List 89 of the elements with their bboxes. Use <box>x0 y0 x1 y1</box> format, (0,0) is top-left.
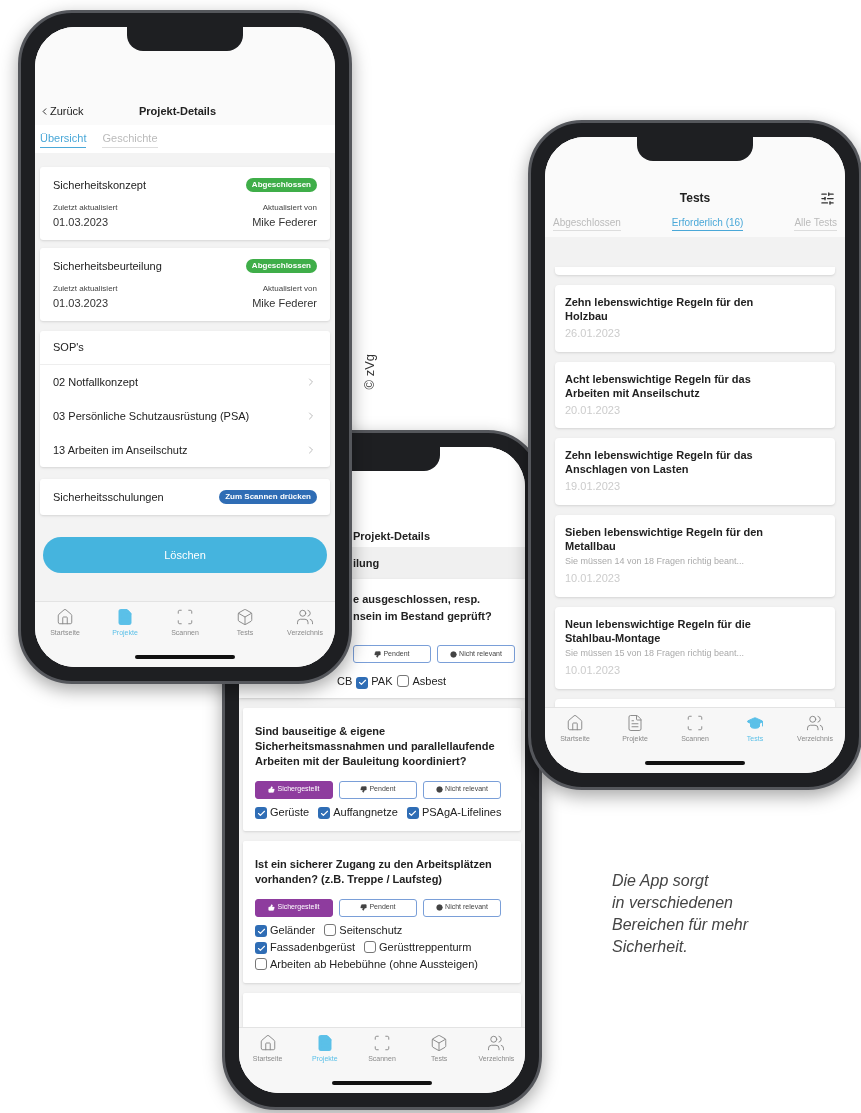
option-label: PSAgA-Lifelines <box>421 805 502 818</box>
field-label: Aktualisiert von <box>262 282 317 295</box>
caption: Die App sorgt in verschiedenen Bereichen für mehr Sicherheit. <box>612 871 749 957</box>
test-title: Zehn lebenswichtige Regeln für den Holzbau <box>565 295 755 323</box>
option-label: Fassadenbgerüst <box>270 940 355 953</box>
people-icon <box>296 608 314 626</box>
screen-title: Projekt-Details <box>139 103 217 119</box>
card-title: Sicherheitskonzept <box>53 178 146 193</box>
section-heading: SOP's <box>40 331 330 365</box>
test-note: Sie müssen 15 von 18 Fragen richtig beant... <box>565 646 746 660</box>
thumbs-up-icon <box>268 904 276 911</box>
test-title: Zehn lebenswichtige Regeln für das Anschlagen von Lasten <box>565 448 754 476</box>
field-value: Mike Federer <box>252 214 317 230</box>
option-label: Auffangnetze <box>333 805 398 818</box>
checkbox[interactable] <box>397 675 410 687</box>
copyright-note: © zVg <box>361 353 379 390</box>
thumbs-down-icon <box>360 786 368 793</box>
checkbox[interactable] <box>255 925 267 937</box>
field-value: 01.03.2023 <box>53 295 110 311</box>
field-value: 01.03.2023 <box>53 214 110 230</box>
dot-icon <box>436 786 444 793</box>
question-text: e ausgeschlossen, resp. <box>353 592 482 607</box>
home-icon <box>56 608 74 626</box>
status-badge: Abgeschlossen <box>245 178 317 193</box>
checkbox[interactable] <box>364 940 377 953</box>
option-label: PAK <box>371 675 393 687</box>
cube-icon <box>236 608 254 626</box>
question-text: Ist ein sicherer Zugang zu den Arbeitsplätzen vorhanden? (z.B. Treppe / Laufsteg) <box>255 856 493 887</box>
people-icon <box>806 714 824 732</box>
tab[interactable]: Alle Tests <box>794 215 837 231</box>
tab[interactable]: Geschichte <box>102 130 158 148</box>
cube-icon <box>430 1034 449 1052</box>
dot-icon <box>450 650 458 658</box>
question-text: nsein im Bestand geprüft? <box>353 609 493 624</box>
screen-title: Tests <box>679 190 711 207</box>
scan-badge[interactable]: Zum Scannen drücken <box>219 490 317 504</box>
back-button[interactable]: Zurück <box>39 102 84 120</box>
checkbox[interactable] <box>255 957 267 970</box>
thumbs-down-icon <box>360 904 368 911</box>
status-card[interactable]: Sicherheitsbeurteilung Abgeschlossen Zuletzt aktualisiert 01.03.2023 Aktualisiert von Mike Federer <box>40 248 330 321</box>
field-label: Aktualisiert von <box>262 201 317 214</box>
option-label: Asbest <box>412 675 447 687</box>
test-title: Sieben lebenswichtige Regeln für den Metallbau <box>565 524 765 553</box>
tab[interactable]: Erforderlich (16) <box>671 215 744 231</box>
section-heading: ilung <box>353 555 380 571</box>
document-icon <box>626 714 644 732</box>
checkbox[interactable] <box>318 807 331 819</box>
tab[interactable]: Übersicht <box>40 130 87 148</box>
home-icon <box>258 1034 277 1052</box>
option-label: Geländer <box>270 923 316 936</box>
tab[interactable]: Abgeschlossen <box>553 215 621 231</box>
sop-item[interactable]: 03 Persönliche Schutzausrüstung (PSA) <box>40 399 330 433</box>
field-value: Mike Federer <box>252 295 317 311</box>
checkbox[interactable] <box>255 942 267 954</box>
scan-icon <box>176 608 194 626</box>
card-title: Sicherheitsbeurteilung <box>53 259 162 274</box>
test-title: Acht lebenswichtige Regeln für das Arbeiten mit Anseilschutz <box>565 371 752 400</box>
option-label: Arbeiten ab Hebebühne (ohne Aussteigen) <box>270 957 478 970</box>
field-label: Zuletzt aktualisiert <box>53 282 118 295</box>
row-label: Sicherheitsschulungen <box>53 489 164 505</box>
screen-title: Projekt-Details <box>353 528 431 544</box>
thumbs-up-icon <box>268 786 276 793</box>
sop-item[interactable]: 02 Notfallkonzept <box>40 365 330 399</box>
thumbs-down-icon <box>374 650 382 658</box>
option-label: CB <box>337 675 353 687</box>
dot-icon <box>436 904 444 911</box>
status-badge: Abgeschlossen <box>245 259 317 274</box>
test-note: Sie müssen 14 von 18 Fragen richtig beant... <box>565 554 746 568</box>
graduation-cap-icon <box>746 714 764 732</box>
delete-button[interactable]: Löschen <box>43 537 327 573</box>
option-label: Gerüsttreppenturm <box>379 940 472 953</box>
checkbox[interactable] <box>255 807 267 819</box>
option-label: Seitenschutz <box>339 923 403 936</box>
question-text: Sind bauseitige & eigene Sicherheitsmassnahmen und parallellaufende Arbeiten mit der Bauleitung koordiniert? <box>255 723 496 769</box>
test-title: Neun lebenswichtige Regeln für die Stahlbau-Montage <box>565 616 752 645</box>
home-icon <box>566 714 584 732</box>
document-icon <box>315 1034 334 1052</box>
field-label: Zuletzt aktualisiert <box>53 201 118 214</box>
document-icon <box>116 608 134 626</box>
checkbox[interactable] <box>406 807 419 819</box>
option-label: Gerüste <box>270 805 310 818</box>
checkbox[interactable] <box>356 676 369 689</box>
scan-icon <box>686 714 704 732</box>
filter-icon[interactable] <box>820 190 835 206</box>
people-icon <box>487 1034 506 1052</box>
checkbox[interactable] <box>324 923 337 936</box>
scan-icon <box>372 1034 391 1052</box>
status-card[interactable]: Sicherheitskonzept Abgeschlossen Zuletzt aktualisiert 01.03.2023 Aktualisiert von Mike Federer <box>40 167 330 240</box>
sop-item[interactable]: 13 Arbeiten im Anseilschutz <box>40 433 330 467</box>
